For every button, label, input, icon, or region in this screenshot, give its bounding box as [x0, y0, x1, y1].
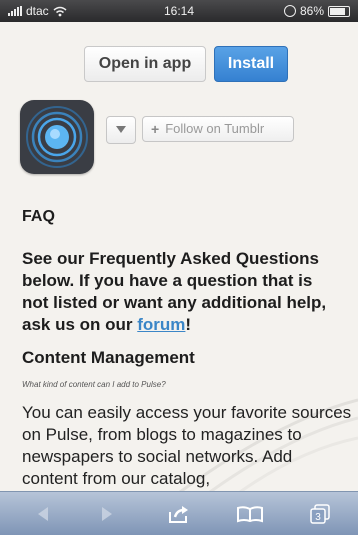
- intro-end: !: [185, 315, 192, 334]
- bookmarks-icon: [237, 506, 263, 523]
- answer-paragraph: You can easily access your favorite sour…: [22, 403, 352, 488]
- orientation-lock-icon: [283, 5, 296, 17]
- browser-toolbar: 3: [0, 491, 358, 535]
- install-button[interactable]: Install: [214, 46, 288, 82]
- battery-icon: [328, 5, 350, 17]
- dropdown-button[interactable]: [106, 116, 136, 144]
- intro-paragraph: See our Frequently Asked Questions below…: [22, 248, 342, 336]
- forward-button[interactable]: [92, 502, 122, 526]
- back-button[interactable]: [28, 502, 58, 526]
- pulse-logo-icon: [26, 106, 88, 168]
- app-logo: [20, 100, 94, 174]
- back-arrow-icon: [38, 507, 48, 521]
- tabs-count: 3: [315, 512, 321, 523]
- follow-label: Follow on Tumblr: [165, 121, 265, 136]
- app-banner: Open in app Install: [0, 22, 358, 92]
- status-bar: dtac 16:14 86%: [0, 0, 358, 22]
- forum-link[interactable]: forum: [137, 315, 185, 334]
- section-heading: Content Management: [22, 348, 195, 367]
- forward-arrow-icon: [102, 507, 112, 521]
- tabs-button[interactable]: 3: [305, 502, 335, 526]
- status-right: 86%: [283, 4, 350, 18]
- bookmarks-button[interactable]: [235, 502, 265, 526]
- follow-on-tumblr-button[interactable]: + Follow on Tumblr: [142, 116, 294, 142]
- tabs-icon: 3: [310, 504, 330, 524]
- share-button[interactable]: [164, 502, 194, 526]
- page-title: FAQ: [22, 208, 55, 225]
- dropdown-arrow-icon: [116, 126, 126, 133]
- open-in-app-button[interactable]: Open in app: [84, 46, 206, 82]
- battery-percent: 86%: [299, 4, 324, 18]
- plus-icon: +: [151, 121, 160, 137]
- share-icon: [169, 506, 188, 523]
